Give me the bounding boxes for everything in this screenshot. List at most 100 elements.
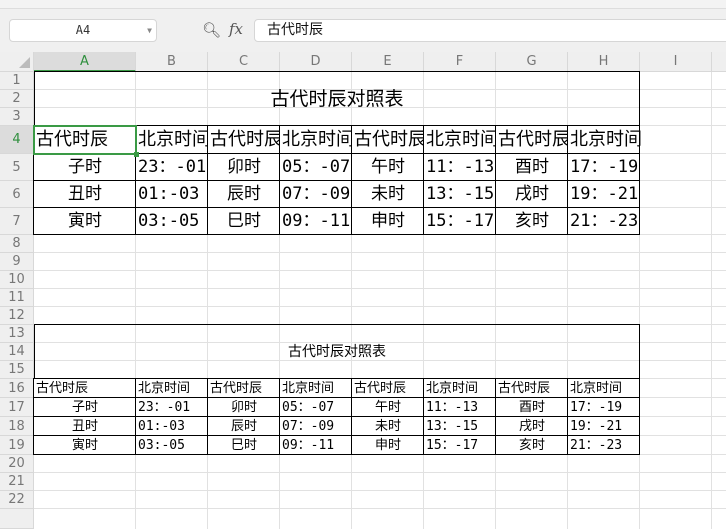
data-cell[interactable]: 23：-01 <box>136 398 208 417</box>
data-cell[interactable]: 07：-09 <box>280 417 352 436</box>
data-cell[interactable]: 酉时 <box>496 154 568 181</box>
data-cell[interactable]: 17：-19 <box>568 154 640 181</box>
data-cell[interactable]: 寅时 <box>34 208 136 235</box>
header-cell[interactable]: 北京时间 <box>280 379 352 398</box>
row-header-19[interactable]: 19 <box>0 436 34 455</box>
data-cell[interactable]: 卯时 <box>208 398 280 417</box>
row-header-23[interactable] <box>0 509 34 529</box>
zoom-icon[interactable]: 🔍︎ <box>202 21 221 39</box>
data-cell[interactable]: 11：-13 <box>424 154 496 181</box>
data-cell[interactable]: 申时 <box>352 208 424 235</box>
data-cell[interactable]: 午时 <box>352 154 424 181</box>
active-cell-selection[interactable] <box>33 125 139 157</box>
name-box[interactable]: A4 ▼ <box>9 19 157 42</box>
row-header-17[interactable]: 17 <box>0 398 34 417</box>
data-cell[interactable]: 01:-03 <box>136 417 208 436</box>
column-header-B[interactable]: B <box>136 52 208 72</box>
header-cell[interactable]: 古代时辰 <box>352 379 424 398</box>
chevron-down-icon[interactable]: ▼ <box>147 20 152 41</box>
data-cell[interactable]: 子时 <box>34 398 136 417</box>
data-cell[interactable]: 19：-21 <box>568 417 640 436</box>
header-cell[interactable]: 古代时辰 <box>34 379 136 398</box>
column-header-H[interactable]: H <box>568 52 640 72</box>
row-header-10[interactable]: 10 <box>0 271 34 289</box>
data-cell[interactable]: 23：-01 <box>136 154 208 181</box>
column-header-J[interactable] <box>712 52 726 72</box>
header-cell[interactable]: 北京时间 <box>424 379 496 398</box>
row-header-9[interactable]: 9 <box>0 253 34 271</box>
data-cell[interactable]: 13：-15 <box>424 417 496 436</box>
header-cell[interactable]: 古代时辰 <box>208 379 280 398</box>
data-cell[interactable]: 21：-23 <box>568 208 640 235</box>
column-header-D[interactable]: D <box>280 52 352 72</box>
row-header-21[interactable]: 21 <box>0 473 34 491</box>
header-cell[interactable]: 北京时间 <box>280 126 352 154</box>
column-header-I[interactable]: I <box>640 52 712 72</box>
row-header-22[interactable]: 22 <box>0 491 34 509</box>
row-header-16[interactable]: 16 <box>0 379 34 398</box>
data-cell[interactable]: 13：-15 <box>424 181 496 208</box>
data-cell[interactable]: 申时 <box>352 436 424 455</box>
header-cell[interactable]: 北京时间 <box>136 379 208 398</box>
row-header-14[interactable]: 14 <box>0 343 34 361</box>
data-cell[interactable]: 21：-23 <box>568 436 640 455</box>
data-cell[interactable]: 03:-05 <box>136 208 208 235</box>
data-cell[interactable]: 未时 <box>352 417 424 436</box>
row-header-11[interactable]: 11 <box>0 289 34 307</box>
data-cell[interactable]: 午时 <box>352 398 424 417</box>
data-cell[interactable]: 戌时 <box>496 417 568 436</box>
column-header-F[interactable]: F <box>424 52 496 72</box>
header-cell[interactable]: 北京时间 <box>568 379 640 398</box>
column-header-E[interactable]: E <box>352 52 424 72</box>
data-cell[interactable]: 寅时 <box>34 436 136 455</box>
row-header-4[interactable]: 4 <box>0 126 34 154</box>
header-cell[interactable]: 古代时辰 <box>496 379 568 398</box>
header-cell[interactable]: 北京时间 <box>424 126 496 154</box>
header-cell[interactable]: 北京时间 <box>136 126 208 154</box>
data-cell[interactable]: 15：-17 <box>424 208 496 235</box>
data-cell[interactable]: 戌时 <box>496 181 568 208</box>
data-cell[interactable]: 巳时 <box>208 436 280 455</box>
header-cell[interactable]: 古代时辰 <box>208 126 280 154</box>
row-header-5[interactable]: 5 <box>0 154 34 181</box>
data-cell[interactable]: 辰时 <box>208 417 280 436</box>
data-cell[interactable]: 05：-07 <box>280 398 352 417</box>
data-cell[interactable]: 03:-05 <box>136 436 208 455</box>
data-cell[interactable]: 丑时 <box>34 181 136 208</box>
data-cell[interactable]: 亥时 <box>496 208 568 235</box>
data-cell[interactable]: 丑时 <box>34 417 136 436</box>
data-cell[interactable]: 09：-11 <box>280 436 352 455</box>
data-cell[interactable]: 卯时 <box>208 154 280 181</box>
data-cell[interactable]: 15：-17 <box>424 436 496 455</box>
row-header-6[interactable]: 6 <box>0 181 34 208</box>
header-cell[interactable]: 古代时辰 <box>496 126 568 154</box>
formula-input[interactable]: 古代时辰 <box>254 19 726 42</box>
row-header-15[interactable]: 15 <box>0 361 34 379</box>
row-header-13[interactable]: 13 <box>0 325 34 343</box>
row-header-12[interactable]: 12 <box>0 307 34 325</box>
data-cell[interactable]: 11：-13 <box>424 398 496 417</box>
column-header-C[interactable]: C <box>208 52 280 72</box>
data-cell[interactable]: 亥时 <box>496 436 568 455</box>
fx-icon[interactable]: fx <box>229 20 243 38</box>
column-header-G[interactable]: G <box>496 52 568 72</box>
data-cell[interactable]: 酉时 <box>496 398 568 417</box>
data-cell[interactable]: 09：-11 <box>280 208 352 235</box>
row-header-7[interactable]: 7 <box>0 208 34 235</box>
row-header-8[interactable]: 8 <box>0 235 34 253</box>
data-cell[interactable]: 巳时 <box>208 208 280 235</box>
data-cell[interactable]: 子时 <box>34 154 136 181</box>
header-cell[interactable]: 北京时间 <box>568 126 642 154</box>
row-header-1[interactable]: 1 <box>0 72 34 90</box>
data-cell[interactable]: 17：-19 <box>568 398 640 417</box>
row-header-2[interactable]: 2 <box>0 90 34 108</box>
select-all-corner[interactable] <box>0 52 34 72</box>
column-header-A[interactable]: A <box>34 52 136 72</box>
data-cell[interactable]: 05：-07 <box>280 154 352 181</box>
data-cell[interactable]: 辰时 <box>208 181 280 208</box>
data-cell[interactable]: 19：-21 <box>568 181 640 208</box>
header-cell[interactable]: 古代时辰 <box>352 126 424 154</box>
data-cell[interactable]: 07：-09 <box>280 181 352 208</box>
row-header-20[interactable]: 20 <box>0 455 34 473</box>
data-cell[interactable]: 未时 <box>352 181 424 208</box>
